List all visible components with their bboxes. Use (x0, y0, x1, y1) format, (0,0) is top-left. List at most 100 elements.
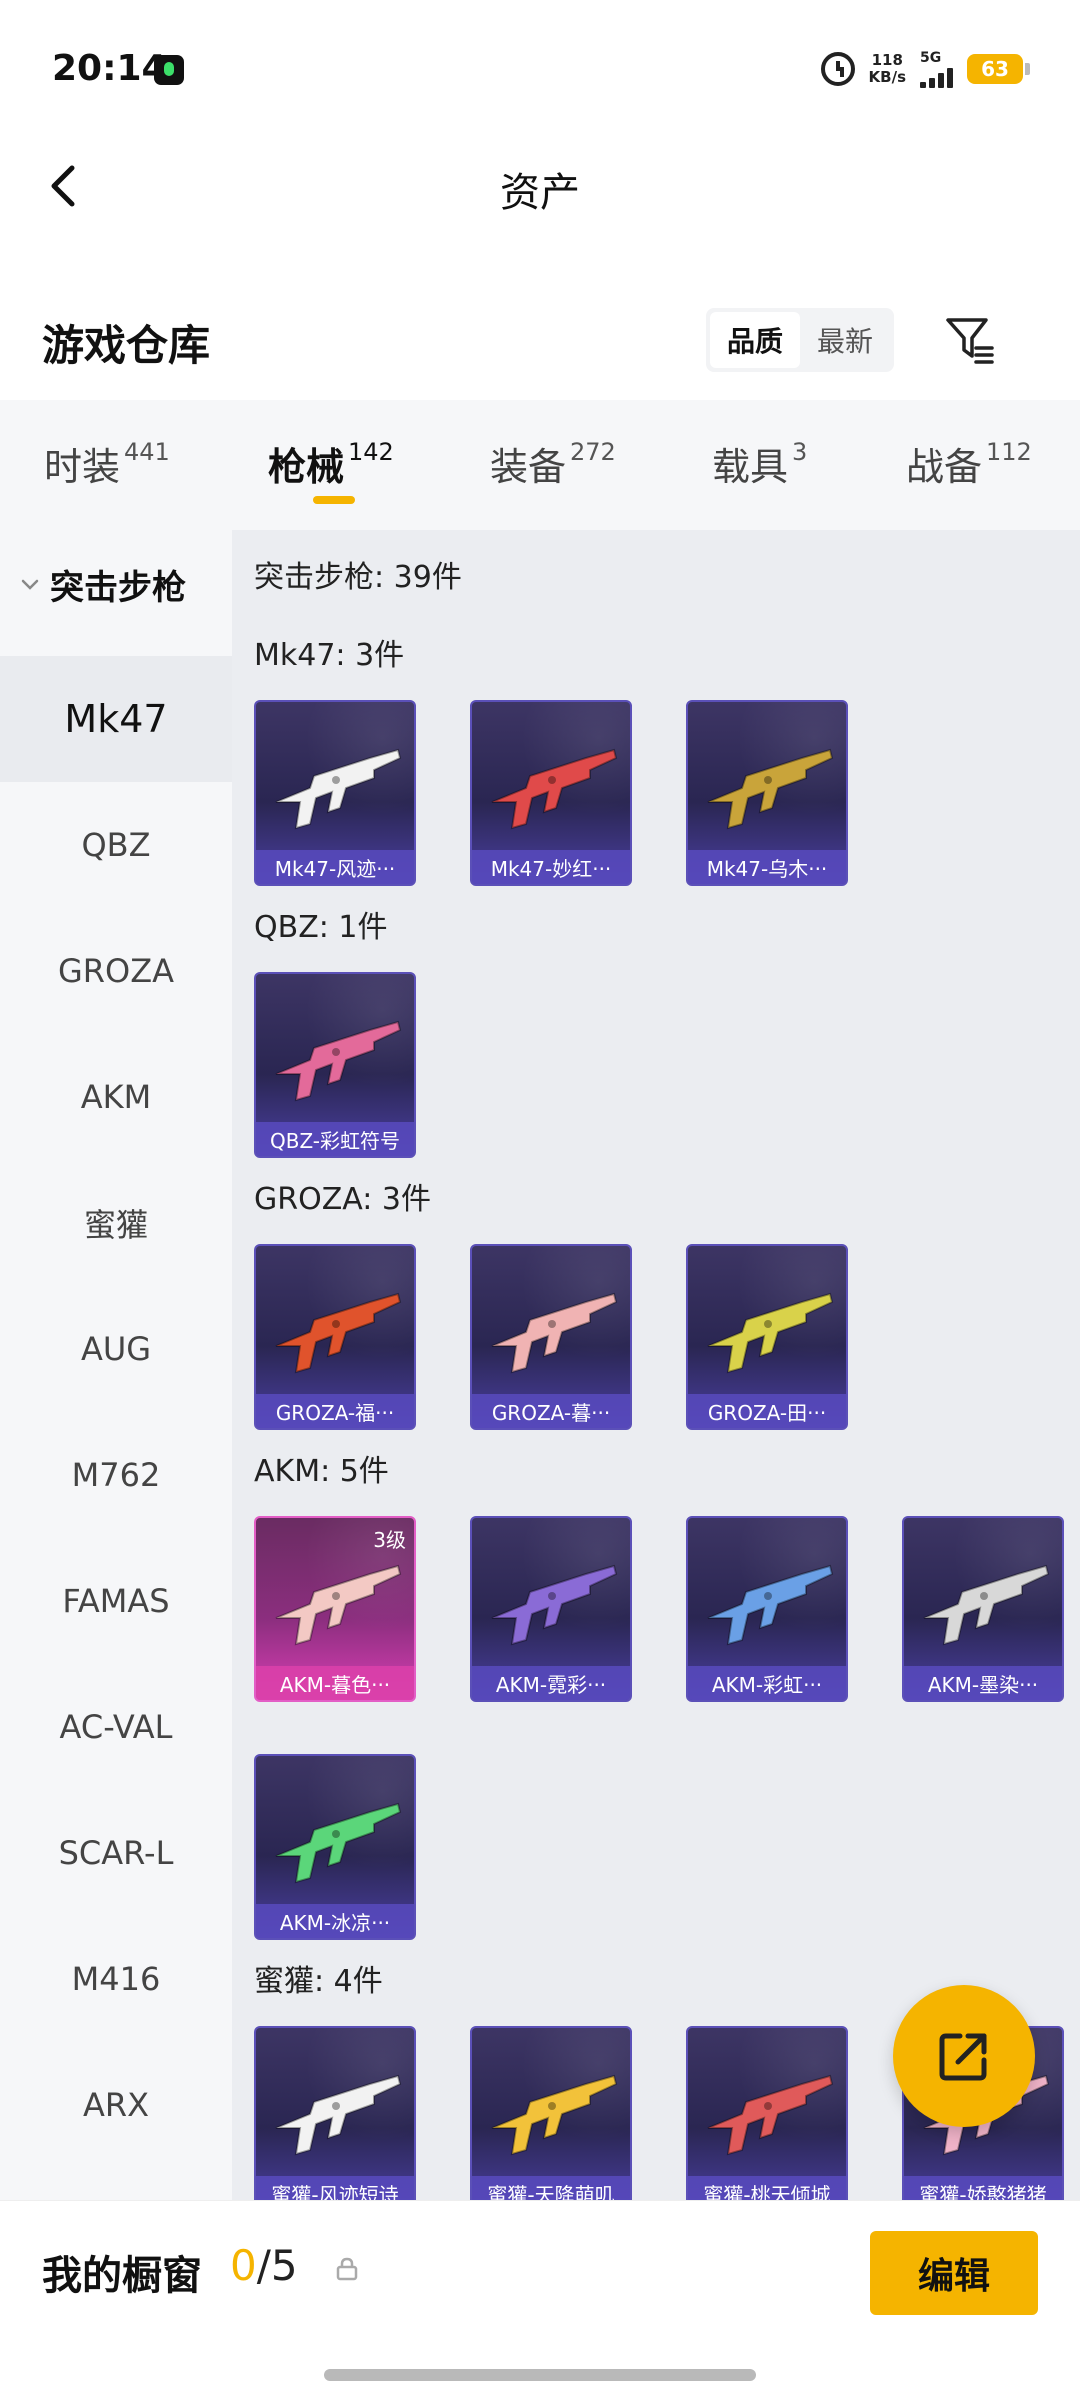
weapon-card-label: 蜜獾-娇憨猪猪 (904, 2176, 1062, 2200)
weapon-card[interactable]: QBZ-彩虹符号 (254, 972, 416, 1158)
rifle-skin-icon (275, 748, 402, 830)
weapon-card[interactable]: AKM-彩虹··· (686, 1516, 848, 1702)
battery-level: 63 (967, 54, 1023, 84)
tab-label: 载具 (712, 445, 789, 489)
weapon-card-label: AKM-暮色··· (256, 1666, 414, 1700)
tab-fashion[interactable]: 时装 441 (44, 436, 170, 491)
tab-label: 时装 (44, 445, 121, 489)
showcase-label: 我的橱窗 (42, 2253, 202, 2299)
signal-indicator: 5G (920, 50, 953, 88)
tab-label: 枪械 (268, 445, 345, 489)
rifle-skin-icon (275, 1292, 402, 1374)
weapon-card-label: GROZA-福··· (256, 1394, 414, 1428)
edit-button[interactable]: 编辑 (870, 2231, 1038, 2315)
weapon-type-sidebar: 突击步枪 Mk47 QBZ GROZA AKM 蜜獾 AUG M762 FAMAS AC-VAL… (0, 530, 232, 2200)
rifle-skin-icon (491, 2074, 618, 2156)
rifle-skin-icon (491, 1292, 618, 1374)
tab-firearms[interactable]: 枪械 142 (268, 436, 394, 491)
tab-count: 3 (792, 438, 808, 466)
showcase-total: /5 (256, 2241, 298, 2290)
sort-option-newest[interactable]: 最新 (800, 312, 890, 368)
clock: 20:14 (52, 48, 167, 89)
rifle-skin-icon (275, 2074, 402, 2156)
sidebar-item[interactable]: FAMAS (0, 1538, 232, 1664)
share-out-icon (939, 2033, 987, 2081)
tab-label: 装备 (490, 445, 567, 489)
sidebar-item[interactable]: Mk47 (0, 656, 232, 782)
share-fab[interactable] (893, 1985, 1035, 2127)
weapon-card[interactable]: AKM-霓彩··· (470, 1516, 632, 1702)
rifle-skin-icon (707, 1564, 834, 1646)
weapon-card[interactable]: GROZA-福··· (254, 1244, 416, 1430)
weapon-card-label: Mk47-乌木··· (688, 850, 846, 884)
weapon-card-label: GROZA-暮··· (472, 1394, 630, 1428)
weapon-card[interactable]: AKM-冰凉··· (254, 1754, 416, 1940)
sidebar-item[interactable]: SCAR-L (0, 1790, 232, 1916)
top-app-bar: 资产 (0, 140, 1080, 230)
weapon-card[interactable]: Mk47-风迹··· (254, 700, 416, 886)
home-indicator[interactable] (324, 2369, 756, 2381)
weapon-card[interactable]: 蜜獾-天降萌叽 (470, 2026, 632, 2200)
sidebar-group-label: 突击步枪 (50, 568, 186, 608)
tab-vehicles[interactable]: 载具 3 (712, 436, 807, 491)
sort-option-quality[interactable]: 品质 (710, 312, 800, 368)
showcase-current: 0 (230, 2241, 257, 2290)
weapon-card-label: AKM-彩虹··· (688, 1666, 846, 1700)
section-header: GROZA: 3件 (254, 1182, 431, 1217)
weapon-card-label: 蜜獾-天降萌叽 (472, 2176, 630, 2200)
weapon-card[interactable]: 3级 AKM-暮色··· (254, 1516, 416, 1702)
rifle-skin-icon (275, 1802, 402, 1884)
warehouse-title: 游戏仓库 (42, 321, 211, 370)
network-speed: 118 KB/s (869, 52, 906, 86)
status-bar: 20:14 118 KB/s 5G 63 (0, 0, 1080, 140)
section-header: AKM: 5件 (254, 1454, 389, 1489)
page-title: 资产 (500, 170, 580, 216)
weapon-card-label: AKM-霓彩··· (472, 1666, 630, 1700)
weapon-card-label: GROZA-田··· (688, 1394, 846, 1428)
lock-icon (336, 2257, 358, 2281)
weapon-card[interactable]: GROZA-田··· (686, 1244, 848, 1430)
weapon-card[interactable]: 蜜獾-风迹短诗 (254, 2026, 416, 2200)
alarm-icon (820, 52, 855, 86)
tab-supplies[interactable]: 战备 112 (906, 436, 1032, 491)
filter-icon[interactable] (942, 312, 996, 366)
weapon-card[interactable]: Mk47-乌木··· (686, 700, 848, 886)
sidebar-item[interactable]: AKM (0, 1034, 232, 1160)
weapon-card-label: AKM-冰凉··· (256, 1904, 414, 1938)
sidebar-item[interactable]: GROZA (0, 908, 232, 1034)
weapon-card[interactable]: 蜜獾-桃天倾城 (686, 2026, 848, 2200)
battery-icon: 63 (967, 54, 1030, 84)
rifle-skin-icon (707, 1292, 834, 1374)
sidebar-item[interactable]: QBZ (0, 782, 232, 908)
section-header: Mk47: 3件 (254, 638, 405, 673)
warehouse-header: 游戏仓库 品质 最新 (0, 290, 1080, 390)
rifle-skin-icon (275, 1020, 402, 1102)
signal-bars-icon (920, 66, 953, 88)
weapon-card-label: 蜜獾-桃天倾城 (688, 2176, 846, 2200)
rifle-skin-icon (707, 748, 834, 830)
network-type: 5G (920, 50, 942, 66)
weapon-grid: 突击步枪: 39件 Mk47: 3件 Mk47-风迹··· Mk47-妙红··· Mk… (232, 530, 1080, 2200)
tab-equipment[interactable]: 装备 272 (490, 436, 616, 491)
group-summary: 突击步枪: 39件 (254, 560, 462, 595)
weapon-card-label: Mk47-风迹··· (256, 850, 414, 884)
tab-count: 441 (124, 438, 170, 466)
rifle-skin-icon (923, 1564, 1050, 1646)
sidebar-item[interactable]: AUG (0, 1286, 232, 1412)
sidebar-group-assault-rifles[interactable]: 突击步枪 (20, 560, 186, 609)
weapon-card[interactable]: Mk47-妙红··· (470, 700, 632, 886)
bottom-bar: 我的橱窗 0/5 编辑 (0, 2200, 1080, 2400)
sidebar-item[interactable]: 蜜獾 (0, 1160, 232, 1286)
sidebar-item[interactable]: M416 (0, 1916, 232, 2042)
sidebar-item[interactable]: ARX (0, 2042, 232, 2168)
active-tab-indicator (313, 496, 355, 504)
network-speed-unit: KB/s (868, 68, 906, 86)
tab-count: 112 (986, 438, 1032, 466)
weapon-card-label: AKM-墨染··· (904, 1666, 1062, 1700)
weapon-card[interactable]: GROZA-暮··· (470, 1244, 632, 1430)
weapon-card[interactable]: AKM-墨染··· (902, 1516, 1064, 1702)
showcase-count: 0/5 (230, 2241, 298, 2290)
sidebar-item[interactable]: M762 (0, 1412, 232, 1538)
sidebar-item[interactable]: AC-VAL (0, 1664, 232, 1790)
weapon-card-label: 蜜獾-风迹短诗 (256, 2176, 414, 2200)
